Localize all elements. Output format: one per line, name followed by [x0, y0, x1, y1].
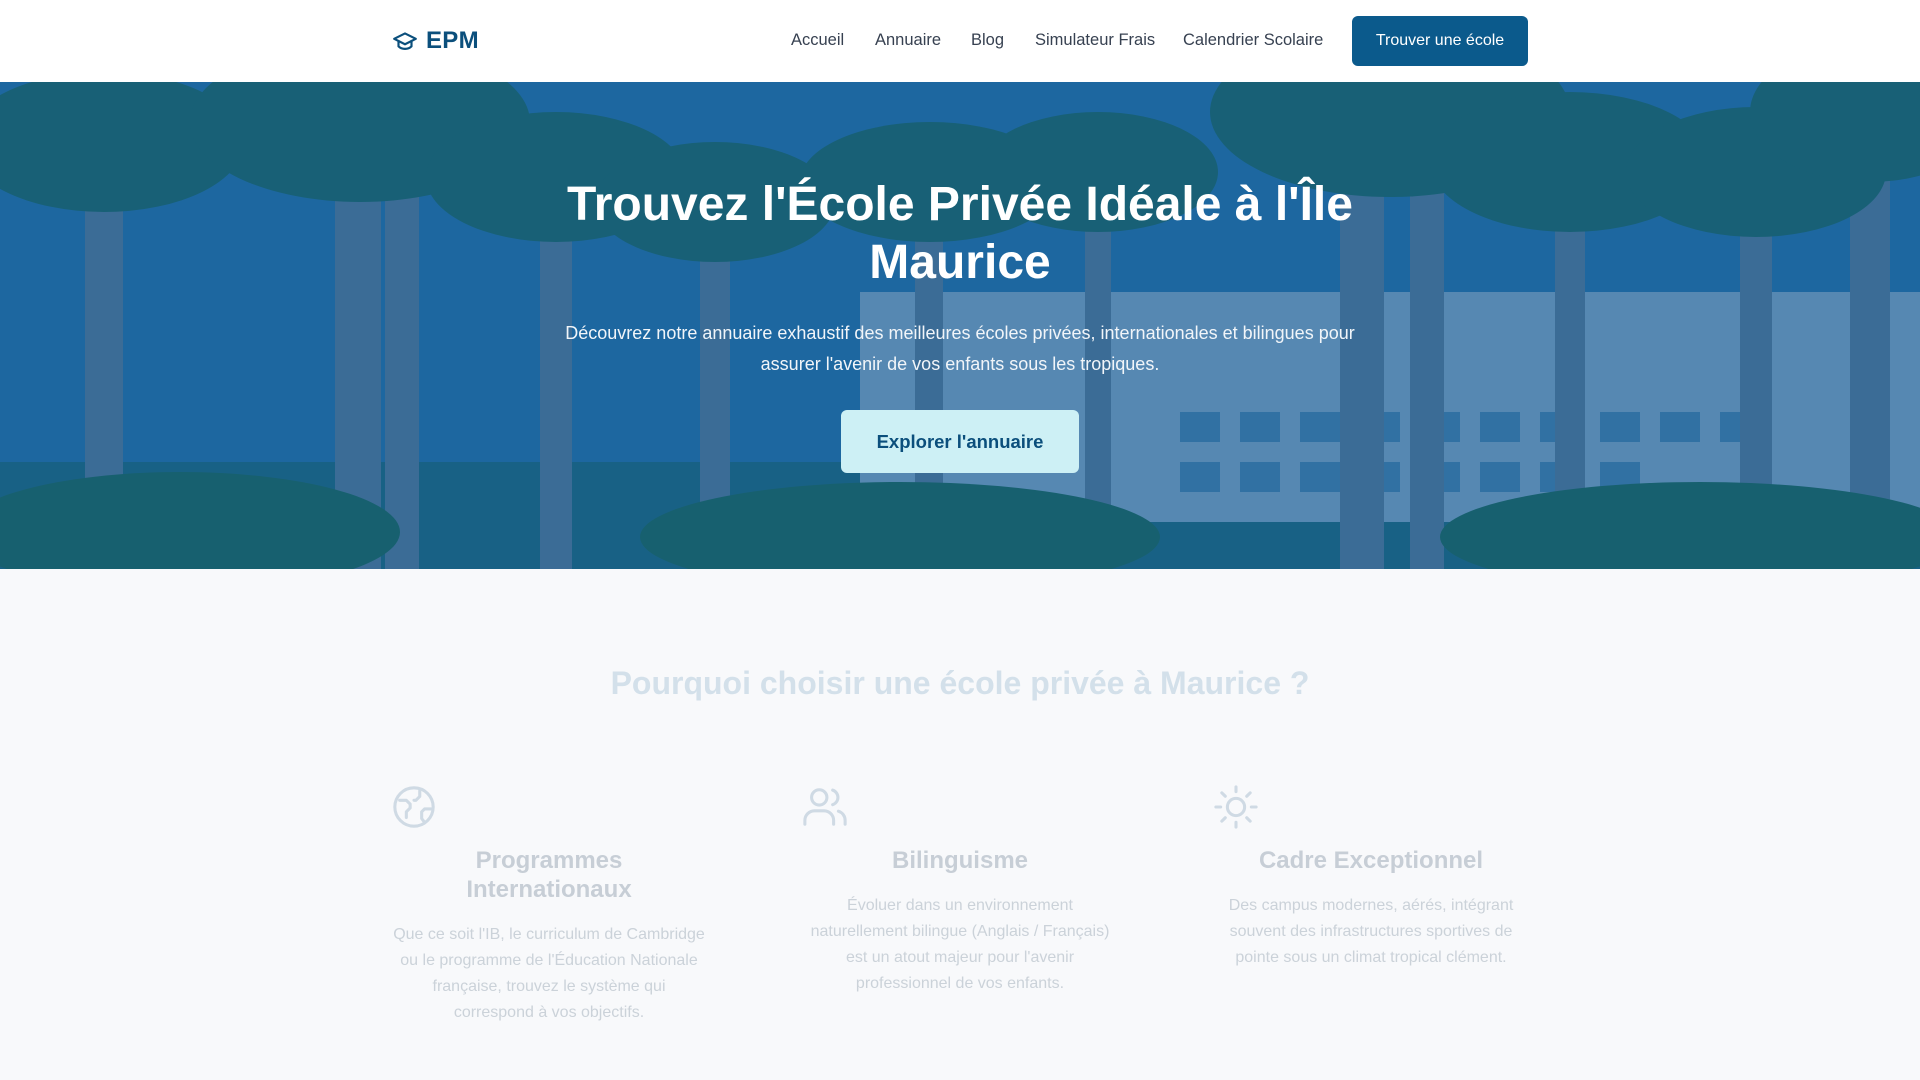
users-icon — [803, 788, 847, 826]
feature-text: Des campus modernes, aérés, intégrant so… — [1228, 897, 1514, 966]
navbar: EPM Accueil Annuaire Blog Simulateur Fra… — [0, 0, 1920, 82]
hero-subtitle: Découvrez notre annuaire exhaustif des m… — [565, 323, 1355, 374]
hero-title: Trouvez l'École Privée Idéale à l'Île Ma… — [567, 178, 1353, 289]
find-school-button[interactable]: Trouver une école — [1352, 16, 1528, 66]
nav-link-simulateur-frais[interactable]: Simulateur Frais — [1035, 31, 1155, 50]
feature-text: Que ce soit l'IB, le curriculum de Cambr… — [393, 926, 705, 1021]
feature-title: Cadre Exceptionnel — [1258, 847, 1484, 874]
sun-icon — [1214, 785, 1258, 829]
main-nav: Accueil Annuaire Blog Simulateur Frais C… — [0, 31, 1920, 51]
feature-title: Bilinguisme — [891, 847, 1029, 874]
feature-text: Évoluer dans un environnement naturellem… — [810, 897, 1110, 992]
nav-link-blog[interactable]: Blog — [971, 31, 1004, 50]
nav-link-calendrier-scolaire[interactable]: Calendrier Scolaire — [1183, 31, 1323, 50]
feature-title: Programmes Internationaux — [466, 847, 632, 903]
globe-icon — [393, 786, 435, 828]
hero-section: Trouvez l'École Privée Idéale à l'Île Ma… — [0, 82, 1920, 569]
features-title: Pourquoi choisir une école privée à Maur… — [610, 665, 1310, 701]
nav-link-accueil[interactable]: Accueil — [791, 31, 844, 50]
nav-link-annuaire[interactable]: Annuaire — [875, 31, 941, 50]
explore-directory-button[interactable]: Explorer l'annuaire — [841, 410, 1079, 473]
